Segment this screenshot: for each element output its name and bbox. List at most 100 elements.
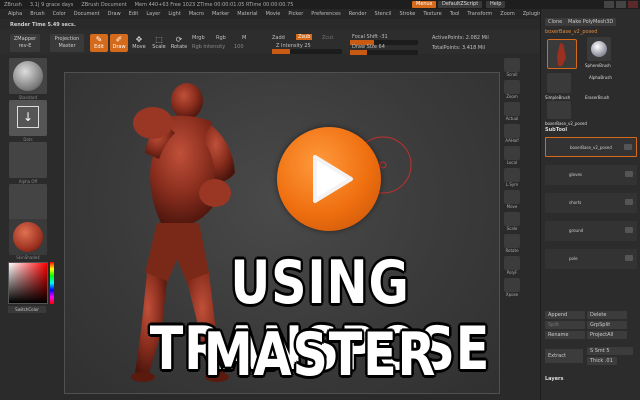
visibility-toggle-icon[interactable] [625, 255, 633, 261]
menu-color[interactable]: Color [53, 11, 66, 17]
simple-brush-label: SimpleBrush [545, 95, 571, 100]
menu-alpha[interactable]: Alpha [8, 11, 22, 17]
menu-layer[interactable]: Layer [146, 11, 160, 17]
menu-preferences[interactable]: Preferences [311, 11, 340, 17]
alpha-selector[interactable] [9, 142, 47, 178]
scale-button[interactable]: ⬚ Scale [150, 34, 168, 52]
color-picker[interactable] [8, 262, 48, 304]
grpsplit-button[interactable]: GrpSplit [587, 321, 627, 329]
menu-macro[interactable]: Macro [189, 11, 204, 17]
menu-light[interactable]: Light [168, 11, 180, 17]
rgb-button[interactable]: Rgb [216, 35, 226, 41]
project-all-button[interactable]: ProjectAll [587, 331, 627, 339]
menu-edit[interactable]: Edit [129, 11, 139, 17]
actual-button[interactable] [504, 102, 520, 116]
subtool-row[interactable]: boxerBase_v2_posed [545, 137, 637, 157]
scroll-button[interactable] [504, 58, 520, 72]
lsym-button[interactable] [504, 168, 520, 182]
zcut-button[interactable]: Zcut [322, 35, 333, 41]
total-points: TotalPoints: 3.418 Mil [432, 45, 485, 51]
default-zscript-button[interactable]: DefaultZScript [438, 1, 483, 8]
clone-button[interactable]: Clone [545, 18, 566, 26]
z-intensity-slider[interactable] [272, 49, 342, 54]
move-button[interactable] [504, 190, 520, 204]
play-video-button[interactable] [277, 127, 381, 231]
current-tool-thumbnail[interactable] [547, 39, 577, 69]
stroke-selector[interactable]: ↓ [9, 100, 47, 136]
menu-zplugin[interactable]: Zplugin [523, 11, 542, 17]
subtool-name: shorts [569, 200, 582, 205]
thick-slider[interactable]: Thick .01 [587, 357, 617, 365]
menu-tool[interactable]: Tool [450, 11, 460, 17]
menu-texture[interactable]: Texture [423, 11, 441, 17]
subtool-row[interactable]: shorts [545, 193, 637, 213]
sphere-brush-thumbnail[interactable] [587, 37, 611, 61]
menu-material[interactable]: Material [237, 11, 257, 17]
scale-button[interactable] [504, 212, 520, 226]
material-selector[interactable] [9, 219, 47, 255]
visibility-toggle-icon[interactable] [625, 199, 633, 205]
simple-brush-thumbnail[interactable] [547, 73, 571, 93]
lsym-label: L.Sym [505, 182, 519, 187]
rotate-button[interactable]: ⟳ Rotate [170, 34, 188, 52]
rgb-intensity-value: 100 [234, 44, 244, 50]
menu-picker[interactable]: Picker [288, 11, 303, 17]
maximize-icon[interactable] [616, 1, 626, 8]
subtool-name: boxerBase_v2_posed [570, 145, 612, 150]
visibility-toggle-icon[interactable] [625, 171, 633, 177]
menu-stencil[interactable]: Stencil [375, 11, 392, 17]
menus-button[interactable]: Menus [412, 1, 437, 8]
document-name: ZBrush Document [81, 1, 127, 8]
switch-color-button[interactable]: SwitchColor [8, 306, 46, 313]
hue-slider[interactable] [50, 262, 54, 304]
menu-draw[interactable]: Draw [108, 11, 121, 17]
rotate-button[interactable] [504, 234, 520, 248]
mrgb-button[interactable]: Mrgb [192, 35, 205, 41]
draw-size-slider[interactable] [350, 50, 418, 55]
subtool-row[interactable]: ground [545, 221, 637, 241]
subtool-header[interactable]: SubTool [545, 127, 567, 133]
minimize-icon[interactable] [604, 1, 614, 8]
projection-sub-label: Master [58, 43, 76, 49]
menu-marker[interactable]: Marker [212, 11, 229, 17]
menu-brush[interactable]: Brush [30, 11, 44, 17]
top-toolbar: ZMapper rev-E Projection Master ✎ Edit ✐… [0, 30, 540, 55]
texture-selector[interactable] [9, 184, 47, 220]
brush-selector[interactable] [9, 58, 47, 94]
aahalf-button[interactable] [504, 124, 520, 138]
menu-zoom[interactable]: Zoom [500, 11, 514, 17]
menu-render[interactable]: Render [349, 11, 367, 17]
local-button[interactable] [504, 146, 520, 160]
projection-master-button[interactable]: Projection Master [50, 34, 84, 52]
subtool-row[interactable]: gloves [545, 165, 637, 185]
active-points: ActivePoints: 2.082 Mil [432, 35, 489, 41]
m-button[interactable]: M [242, 35, 246, 41]
sphere-brush-label: SphereBrush [585, 63, 611, 68]
visibility-toggle-icon[interactable] [624, 144, 632, 150]
edit-button[interactable]: ✎ Edit [90, 34, 108, 52]
rotate-label: Rotate [170, 44, 188, 50]
smooth-slider[interactable]: S Smt 5 [587, 347, 633, 355]
skin-material-icon [13, 222, 43, 252]
draw-button[interactable]: ✐ Draw [110, 34, 128, 52]
zmapper-button[interactable]: ZMapper rev-E [10, 34, 40, 52]
visibility-toggle-icon[interactable] [625, 227, 633, 233]
delete-button[interactable]: Delete [587, 311, 627, 319]
menu-movie[interactable]: Movie [266, 11, 281, 17]
menu-transform[interactable]: Transform [467, 11, 492, 17]
make-polymesh-button[interactable]: Make PolyMesh3D [565, 18, 617, 26]
help-button[interactable]: Help [486, 1, 506, 8]
render-time: Render Time 5.49 secs. [10, 22, 76, 28]
zsub-button[interactable]: Zsub [296, 34, 313, 40]
subtool-name: ground [569, 228, 584, 233]
scroll-label: Scroll [506, 72, 518, 77]
version-info: 3.1| 9 grace days [29, 1, 74, 8]
zadd-button[interactable]: Zadd [272, 35, 285, 41]
move-icon: ✥ [135, 35, 143, 44]
zoom-button[interactable] [504, 80, 520, 94]
move-button[interactable]: ✥ Move [130, 34, 148, 52]
close-icon[interactable] [628, 1, 638, 8]
menu-stroke[interactable]: Stroke [399, 11, 415, 17]
tool-slot-thumbnail[interactable] [547, 101, 571, 119]
menu-document[interactable]: Document [74, 11, 100, 17]
